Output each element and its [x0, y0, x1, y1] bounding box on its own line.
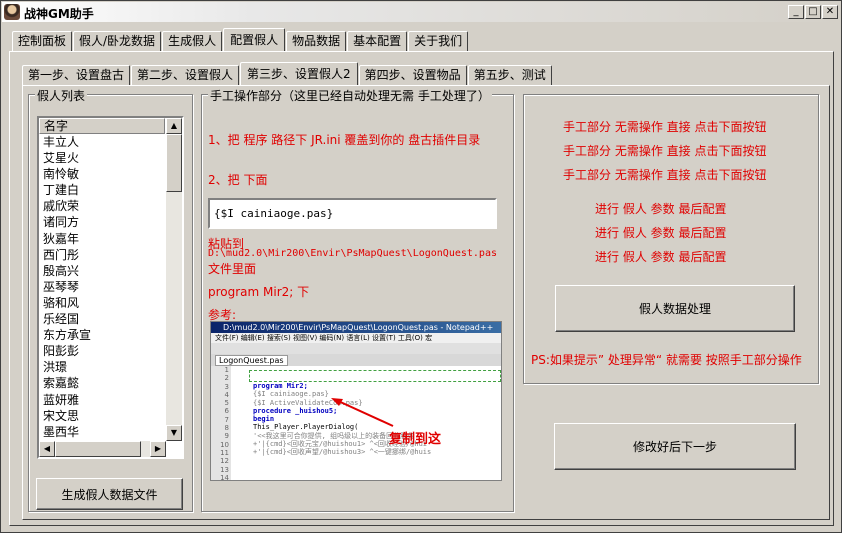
generate-data-file-button[interactable]: 生成假人数据文件: [36, 478, 183, 510]
main-tab-strip: 控制面板 假人/卧龙数据 生成假人 配置假人 物品数据 基本配置 关于我们: [12, 28, 469, 51]
horizontal-scrollbar[interactable]: ◀ ▶: [39, 441, 166, 457]
list-item[interactable]: 乐经国: [39, 311, 165, 327]
list-item[interactable]: 索嘉懿: [39, 375, 165, 391]
scroll-right-icon[interactable]: ▶: [150, 441, 166, 457]
scroll-thumb[interactable]: [166, 134, 182, 192]
next-step-button[interactable]: 修改好后下一步: [554, 423, 796, 470]
tab-basic-config[interactable]: 基本配置: [347, 31, 408, 51]
list-item[interactable]: 诸同方: [39, 214, 165, 230]
tab-control-panel[interactable]: 控制面板: [12, 31, 73, 51]
include-snippet-field[interactable]: [208, 198, 497, 229]
close-button[interactable]: ✕: [822, 5, 838, 19]
main-window: 战神GM助手 _ □ ✕ 控制面板 假人/卧龙数据 生成假人 配置假人 物品数据…: [0, 0, 842, 533]
tab-configure-fake[interactable]: 配置假人: [223, 28, 286, 51]
file-inside-text: 文件里面: [208, 262, 257, 276]
main-tab-panel: 第一步、设置盘古 第二步、设置假人 第三步、设置假人2 第四步、设置物品 第五步…: [9, 51, 834, 526]
manual-group: 手工操作部分（这里已经自动处理无需 手工处理了） 1、把 程序 路径下 JR.i…: [201, 87, 514, 512]
list-item[interactable]: 殷高兴: [39, 263, 165, 279]
list-items: 丰立人 艾星火 南怜敏 丁建白 戚欣荣 诸同方 狄嘉年 西门彤 殷高兴 巫琴琴 骆和风 乐经国 东方承宣…: [39, 134, 165, 456]
manual-note-1: 手工部分 无需操作 直接 点击下面按钮: [563, 120, 767, 134]
sub-tab-panel: 假人列表 名字 丰立人 艾星火 南怜敏 丁建白 戚欣荣 诸同方 狄嘉年 西门彤 殷高兴 巫琴琴 骆和…: [22, 85, 830, 520]
list-item[interactable]: 洪璟: [39, 359, 165, 375]
process-fake-data-button[interactable]: 假人数据处理: [555, 285, 795, 332]
list-item[interactable]: 戚欣荣: [39, 198, 165, 214]
step2-text: 2、把 下面: [208, 173, 268, 187]
tab-about-us[interactable]: 关于我们: [408, 31, 469, 51]
scroll-down-icon[interactable]: ▼: [166, 425, 182, 441]
manual-group-title: 手工操作部分（这里已经自动处理无需 手工处理了）: [208, 87, 492, 104]
config-note-3: 进行 假人 参数 最后配置: [595, 250, 727, 264]
manual-note-2: 手工部分 无需操作 直接 点击下面按钮: [563, 144, 767, 158]
config-note-1: 进行 假人 参数 最后配置: [595, 202, 727, 216]
hscroll-thumb[interactable]: [55, 441, 141, 457]
ps-note: PS:如果提示” 处理异常“ 就需要 按照手工部分操作: [531, 353, 802, 367]
step1-text: 1、把 程序 路径下 JR.ini 覆盖到你的 盘古插件目录: [208, 133, 481, 147]
minimize-button[interactable]: _: [788, 5, 804, 19]
tab-step1[interactable]: 第一步、设置盘古: [22, 65, 131, 85]
tab-item-data[interactable]: 物品数据: [286, 31, 347, 51]
maximize-button[interactable]: □: [805, 5, 821, 19]
tab-step3[interactable]: 第三步、设置假人2: [240, 62, 358, 85]
fake-list-title: 假人列表: [35, 87, 88, 104]
paste-path-text: D:\mud2.0\Mir200\Envir\PsMapQuest\LogonQ…: [208, 248, 497, 259]
program-line-text: program Mir2; 下: [208, 285, 310, 299]
list-item[interactable]: 狄嘉年: [39, 231, 165, 247]
ref-annotation-arrow: [331, 398, 394, 427]
window-title: 战神GM助手: [24, 7, 94, 21]
list-item[interactable]: 东方承宣: [39, 327, 165, 343]
tab-step4[interactable]: 第四步、设置物品: [358, 65, 467, 85]
scroll-left-icon[interactable]: ◀: [39, 441, 55, 457]
list-header-name[interactable]: 名字: [39, 118, 165, 134]
list-item[interactable]: 阳彭彭: [39, 343, 165, 359]
title-bar: 战神GM助手 _ □ ✕: [2, 2, 840, 22]
app-icon: [4, 4, 20, 20]
tab-step5[interactable]: 第五步、测试: [467, 65, 552, 85]
auto-config-group: 手工部分 无需操作 直接 点击下面按钮 手工部分 无需操作 直接 点击下面按钮 …: [523, 94, 819, 384]
scroll-up-icon[interactable]: ▲: [166, 118, 182, 134]
ref-annotation-text: 复制到这: [389, 432, 442, 447]
list-item[interactable]: 宋文思: [39, 408, 165, 424]
config-note-2: 进行 假人 参数 最后配置: [595, 226, 727, 240]
tab-step2[interactable]: 第二步、设置假人: [131, 65, 240, 85]
tab-generate-fake[interactable]: 生成假人: [162, 31, 223, 51]
reference-screenshot: D:\mud2.0\Mir200\Envir\PsMapQuest\LogonQ…: [210, 321, 502, 481]
fake-list-group: 假人列表 名字 丰立人 艾星火 南怜敏 丁建白 戚欣荣 诸同方 狄嘉年 西门彤 殷高兴 巫琴琴 骆和…: [28, 87, 193, 512]
list-item[interactable]: 丰立人: [39, 134, 165, 150]
list-item[interactable]: 巫琴琴: [39, 279, 165, 295]
sub-tab-strip: 第一步、设置盘古 第二步、设置假人 第三步、设置假人2 第四步、设置物品 第五步…: [22, 62, 553, 85]
vertical-scrollbar[interactable]: ▲ ▼: [166, 118, 182, 441]
fake-listbox[interactable]: 名字 丰立人 艾星火 南怜敏 丁建白 戚欣荣 诸同方 狄嘉年 西门彤 殷高兴 巫琴琴 骆和风 乐经国东…: [37, 116, 184, 459]
manual-note-3: 手工部分 无需操作 直接 点击下面按钮: [563, 168, 767, 182]
tab-fake-data[interactable]: 假人/卧龙数据: [73, 31, 162, 51]
list-item[interactable]: 西门彤: [39, 247, 165, 263]
list-item[interactable]: 南怜敏: [39, 166, 165, 182]
list-item[interactable]: 丁建白: [39, 182, 165, 198]
list-item[interactable]: 墨西华: [39, 424, 165, 440]
list-item[interactable]: 骆和风: [39, 295, 165, 311]
list-item[interactable]: 艾星火: [39, 150, 165, 166]
list-item[interactable]: 蓝妍雅: [39, 392, 165, 408]
